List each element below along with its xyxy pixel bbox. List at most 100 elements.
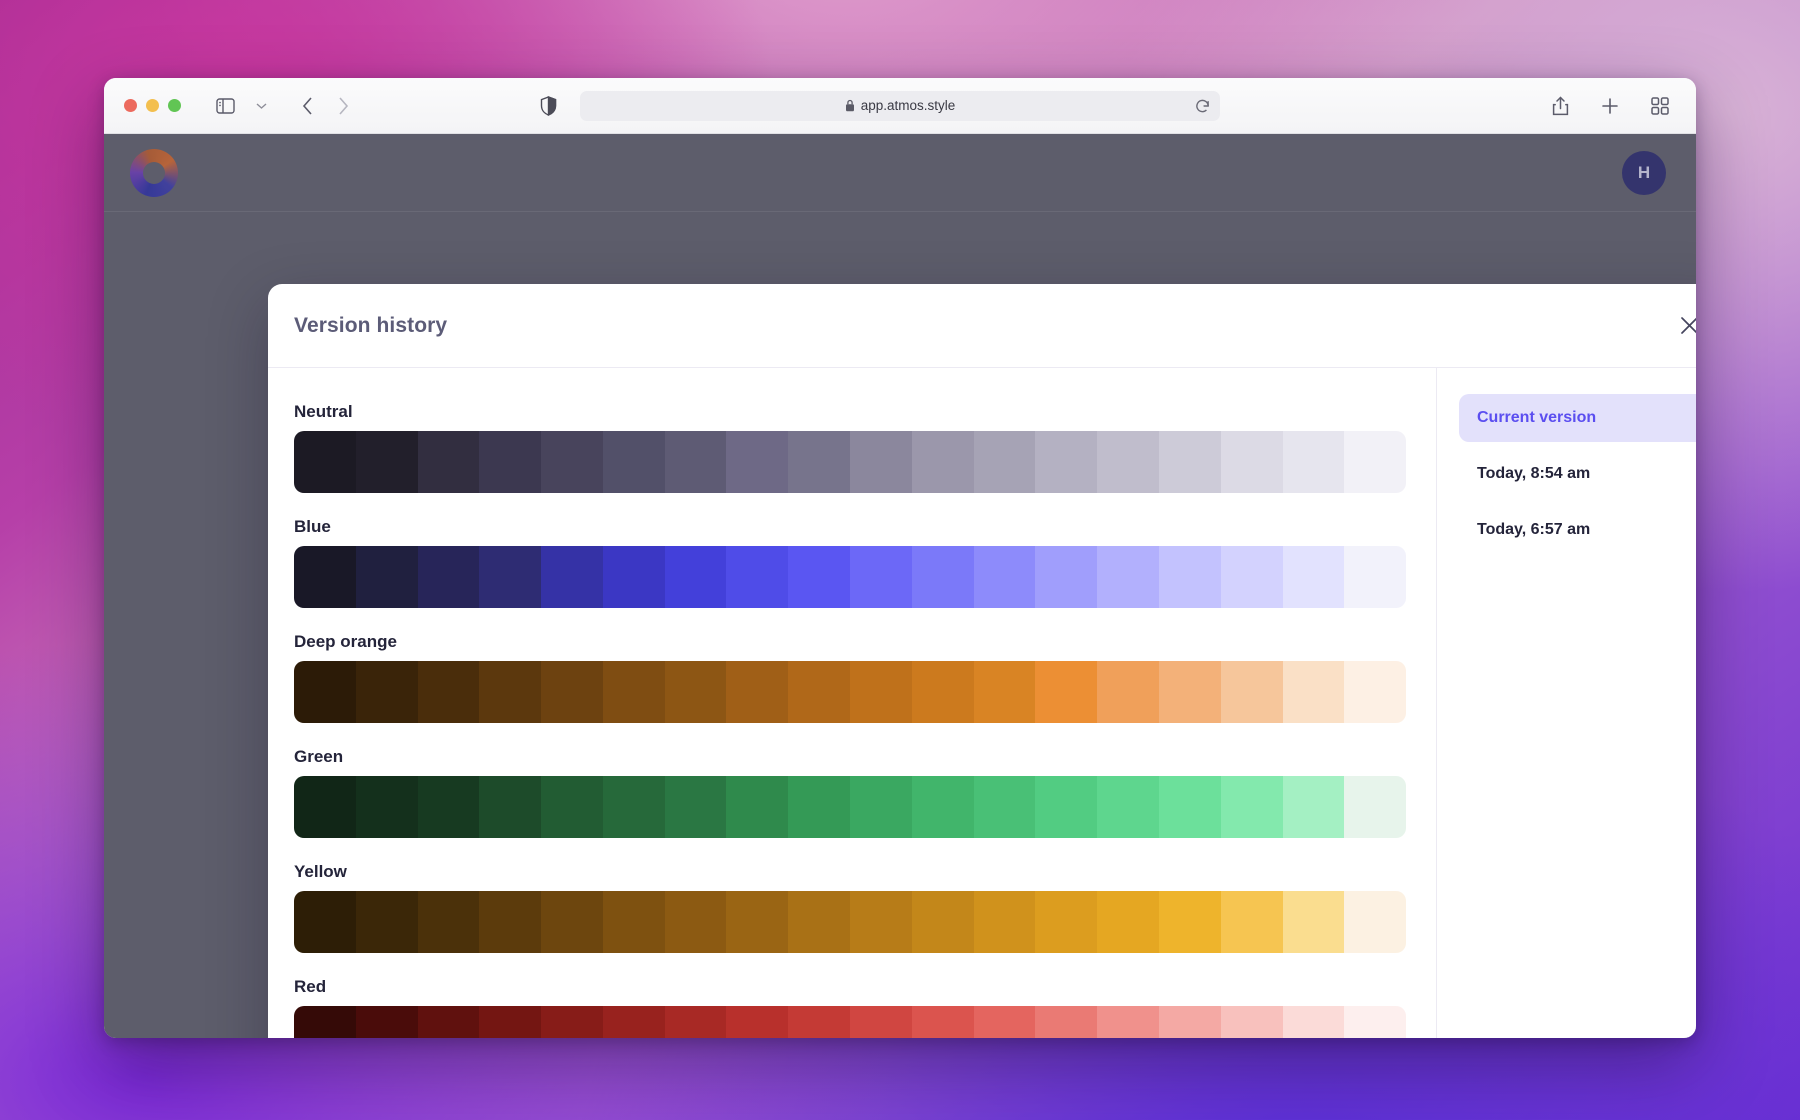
color-swatch[interactable]	[1097, 546, 1159, 608]
color-swatch[interactable]	[1097, 431, 1159, 493]
color-swatch[interactable]	[974, 661, 1036, 723]
color-swatch[interactable]	[1344, 661, 1406, 723]
color-swatch[interactable]	[1344, 1006, 1406, 1038]
address-bar[interactable]: app.atmos.style	[580, 91, 1220, 121]
color-swatch[interactable]	[1159, 1006, 1221, 1038]
color-swatch[interactable]	[912, 431, 974, 493]
color-swatch[interactable]	[603, 431, 665, 493]
color-swatch[interactable]	[294, 776, 356, 838]
color-swatch[interactable]	[1159, 776, 1221, 838]
color-swatch[interactable]	[1159, 891, 1221, 953]
color-swatch[interactable]	[788, 1006, 850, 1038]
chevron-down-icon[interactable]	[245, 91, 277, 121]
color-swatch[interactable]	[665, 891, 727, 953]
color-swatch[interactable]	[294, 546, 356, 608]
color-swatch[interactable]	[1035, 1006, 1097, 1038]
color-swatch[interactable]	[974, 431, 1036, 493]
color-swatch[interactable]	[541, 1006, 603, 1038]
color-swatch[interactable]	[1097, 891, 1159, 953]
color-swatch[interactable]	[726, 891, 788, 953]
color-swatch[interactable]	[1097, 661, 1159, 723]
tab-grid-icon[interactable]	[1644, 91, 1676, 121]
color-swatch[interactable]	[479, 661, 541, 723]
plus-icon[interactable]	[1594, 91, 1626, 121]
color-swatch[interactable]	[974, 546, 1036, 608]
color-swatch[interactable]	[665, 661, 727, 723]
color-swatch[interactable]	[788, 776, 850, 838]
color-swatch[interactable]	[603, 661, 665, 723]
color-swatch[interactable]	[788, 431, 850, 493]
color-swatch[interactable]	[356, 891, 418, 953]
color-swatch[interactable]	[726, 546, 788, 608]
color-swatch[interactable]	[294, 891, 356, 953]
color-swatch[interactable]	[356, 1006, 418, 1038]
color-swatch[interactable]	[726, 776, 788, 838]
version-list-item[interactable]: Current version	[1459, 394, 1696, 442]
color-swatch[interactable]	[603, 1006, 665, 1038]
color-swatch[interactable]	[1344, 776, 1406, 838]
color-swatch[interactable]	[850, 891, 912, 953]
color-swatch[interactable]	[665, 1006, 727, 1038]
color-swatch[interactable]	[1097, 776, 1159, 838]
color-swatch[interactable]	[418, 776, 480, 838]
color-swatch[interactable]	[1221, 661, 1283, 723]
color-swatch[interactable]	[541, 776, 603, 838]
color-swatch[interactable]	[850, 661, 912, 723]
color-swatch[interactable]	[665, 431, 727, 493]
chevron-right-icon[interactable]	[327, 91, 359, 121]
color-swatch[interactable]	[541, 891, 603, 953]
color-swatch[interactable]	[1283, 431, 1345, 493]
version-list-item[interactable]: Today, 6:57 am	[1459, 506, 1696, 554]
color-swatch[interactable]	[356, 431, 418, 493]
color-swatch[interactable]	[294, 661, 356, 723]
color-swatch[interactable]	[912, 776, 974, 838]
color-swatch[interactable]	[1344, 891, 1406, 953]
color-swatch[interactable]	[479, 431, 541, 493]
color-swatch[interactable]	[665, 546, 727, 608]
color-swatch[interactable]	[1221, 546, 1283, 608]
color-swatch[interactable]	[1221, 891, 1283, 953]
color-swatch[interactable]	[850, 546, 912, 608]
color-swatch[interactable]	[912, 1006, 974, 1038]
color-swatch[interactable]	[1221, 431, 1283, 493]
color-swatch[interactable]	[418, 891, 480, 953]
color-swatch[interactable]	[1159, 431, 1221, 493]
color-swatch[interactable]	[418, 431, 480, 493]
color-swatch[interactable]	[294, 431, 356, 493]
privacy-shield-icon[interactable]	[540, 96, 557, 116]
color-swatch[interactable]	[912, 661, 974, 723]
color-swatch[interactable]	[603, 891, 665, 953]
color-swatch[interactable]	[1159, 546, 1221, 608]
color-swatch[interactable]	[1221, 1006, 1283, 1038]
close-icon[interactable]	[1672, 309, 1696, 343]
sidebar-icon[interactable]	[209, 91, 241, 121]
color-swatch[interactable]	[1097, 1006, 1159, 1038]
color-swatch[interactable]	[726, 661, 788, 723]
color-swatch[interactable]	[1283, 776, 1345, 838]
color-swatch[interactable]	[541, 661, 603, 723]
color-swatch[interactable]	[726, 1006, 788, 1038]
color-swatch[interactable]	[356, 661, 418, 723]
color-swatch[interactable]	[912, 891, 974, 953]
color-swatch[interactable]	[1283, 1006, 1345, 1038]
color-swatch[interactable]	[788, 546, 850, 608]
close-window-button[interactable]	[124, 99, 137, 112]
color-swatch[interactable]	[1283, 891, 1345, 953]
color-swatch[interactable]	[788, 661, 850, 723]
color-swatch[interactable]	[356, 776, 418, 838]
maximize-window-button[interactable]	[168, 99, 181, 112]
color-swatch[interactable]	[974, 891, 1036, 953]
color-swatch[interactable]	[418, 546, 480, 608]
color-swatch[interactable]	[1035, 891, 1097, 953]
color-swatch[interactable]	[541, 546, 603, 608]
color-swatch[interactable]	[726, 431, 788, 493]
share-icon[interactable]	[1544, 91, 1576, 121]
color-swatch[interactable]	[1035, 546, 1097, 608]
color-swatch[interactable]	[294, 1006, 356, 1038]
color-swatch[interactable]	[788, 891, 850, 953]
color-swatch[interactable]	[356, 546, 418, 608]
color-swatch[interactable]	[912, 546, 974, 608]
color-swatch[interactable]	[1283, 546, 1345, 608]
color-swatch[interactable]	[1344, 546, 1406, 608]
color-swatch[interactable]	[1035, 661, 1097, 723]
